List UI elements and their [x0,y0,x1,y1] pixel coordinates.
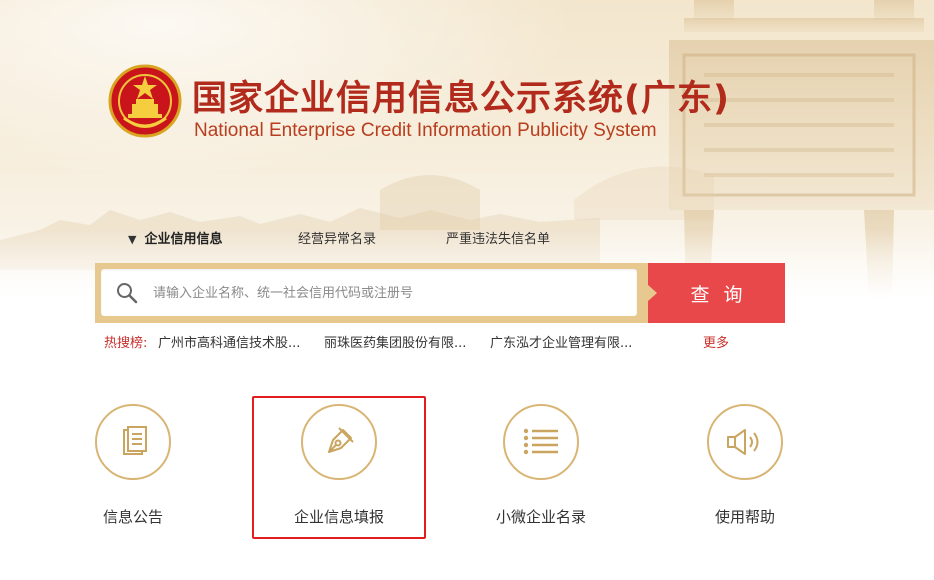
tab-abnormal-operation-list[interactable]: 经营异常名录 [298,228,376,247]
search-notch [648,285,657,301]
hot-search-item[interactable]: 广州市高科通信技术股... [158,332,300,351]
feature-circle [95,404,171,480]
search-bar: 查询 [95,263,785,323]
national-emblem-icon [108,64,182,138]
speaker-icon [727,429,759,455]
feature-label: 小微企业名录 [495,508,586,526]
hot-search-item[interactable]: 丽珠医药集团股份有限... [324,332,466,351]
search-box [101,269,637,318]
tab-enterprise-credit-info[interactable]: ▼ 企业信用信息 [128,228,222,247]
feature-info-announcement[interactable]: 信息公告 [48,404,218,527]
highlight-box [252,396,426,539]
header-banner [0,0,934,300]
hot-search-item[interactable]: 广东泓才企业管理有限... [490,332,632,351]
feature-help[interactable]: 使用帮助 [660,404,830,527]
search-input[interactable] [151,269,625,318]
feature-circle [503,404,579,480]
list-icon [523,428,558,455]
feature-label: 使用帮助 [714,508,775,526]
tab-label: 经营异常名录 [298,232,377,247]
feature-small-micro-enterprise-list[interactable]: 小微企业名录 [456,404,626,527]
more-link[interactable]: 更多 [703,332,729,351]
hot-search-label: 热搜榜: [104,336,148,351]
search-icon [117,283,138,304]
feature-circle [707,404,783,480]
feature-label: 信息公告 [102,508,163,526]
document-icon [123,426,147,455]
search-button[interactable]: 查询 [648,263,785,323]
page-subtitle: National Enterprise Credit Information P… [194,120,657,141]
hot-search-list: 热搜榜: 广州市高科通信技术股... 丽珠医药集团股份有限... 广东泓才企业管… [104,332,632,351]
tab-serious-violation-list[interactable]: 严重违法失信名单 [446,228,550,247]
tab-label: 严重违法失信名单 [446,232,551,247]
caret-down-icon: ▼ [128,233,137,246]
page-title: 国家企业信用信息公示系统(广东) [192,79,730,119]
tab-label: 企业信用信息 [144,232,223,247]
